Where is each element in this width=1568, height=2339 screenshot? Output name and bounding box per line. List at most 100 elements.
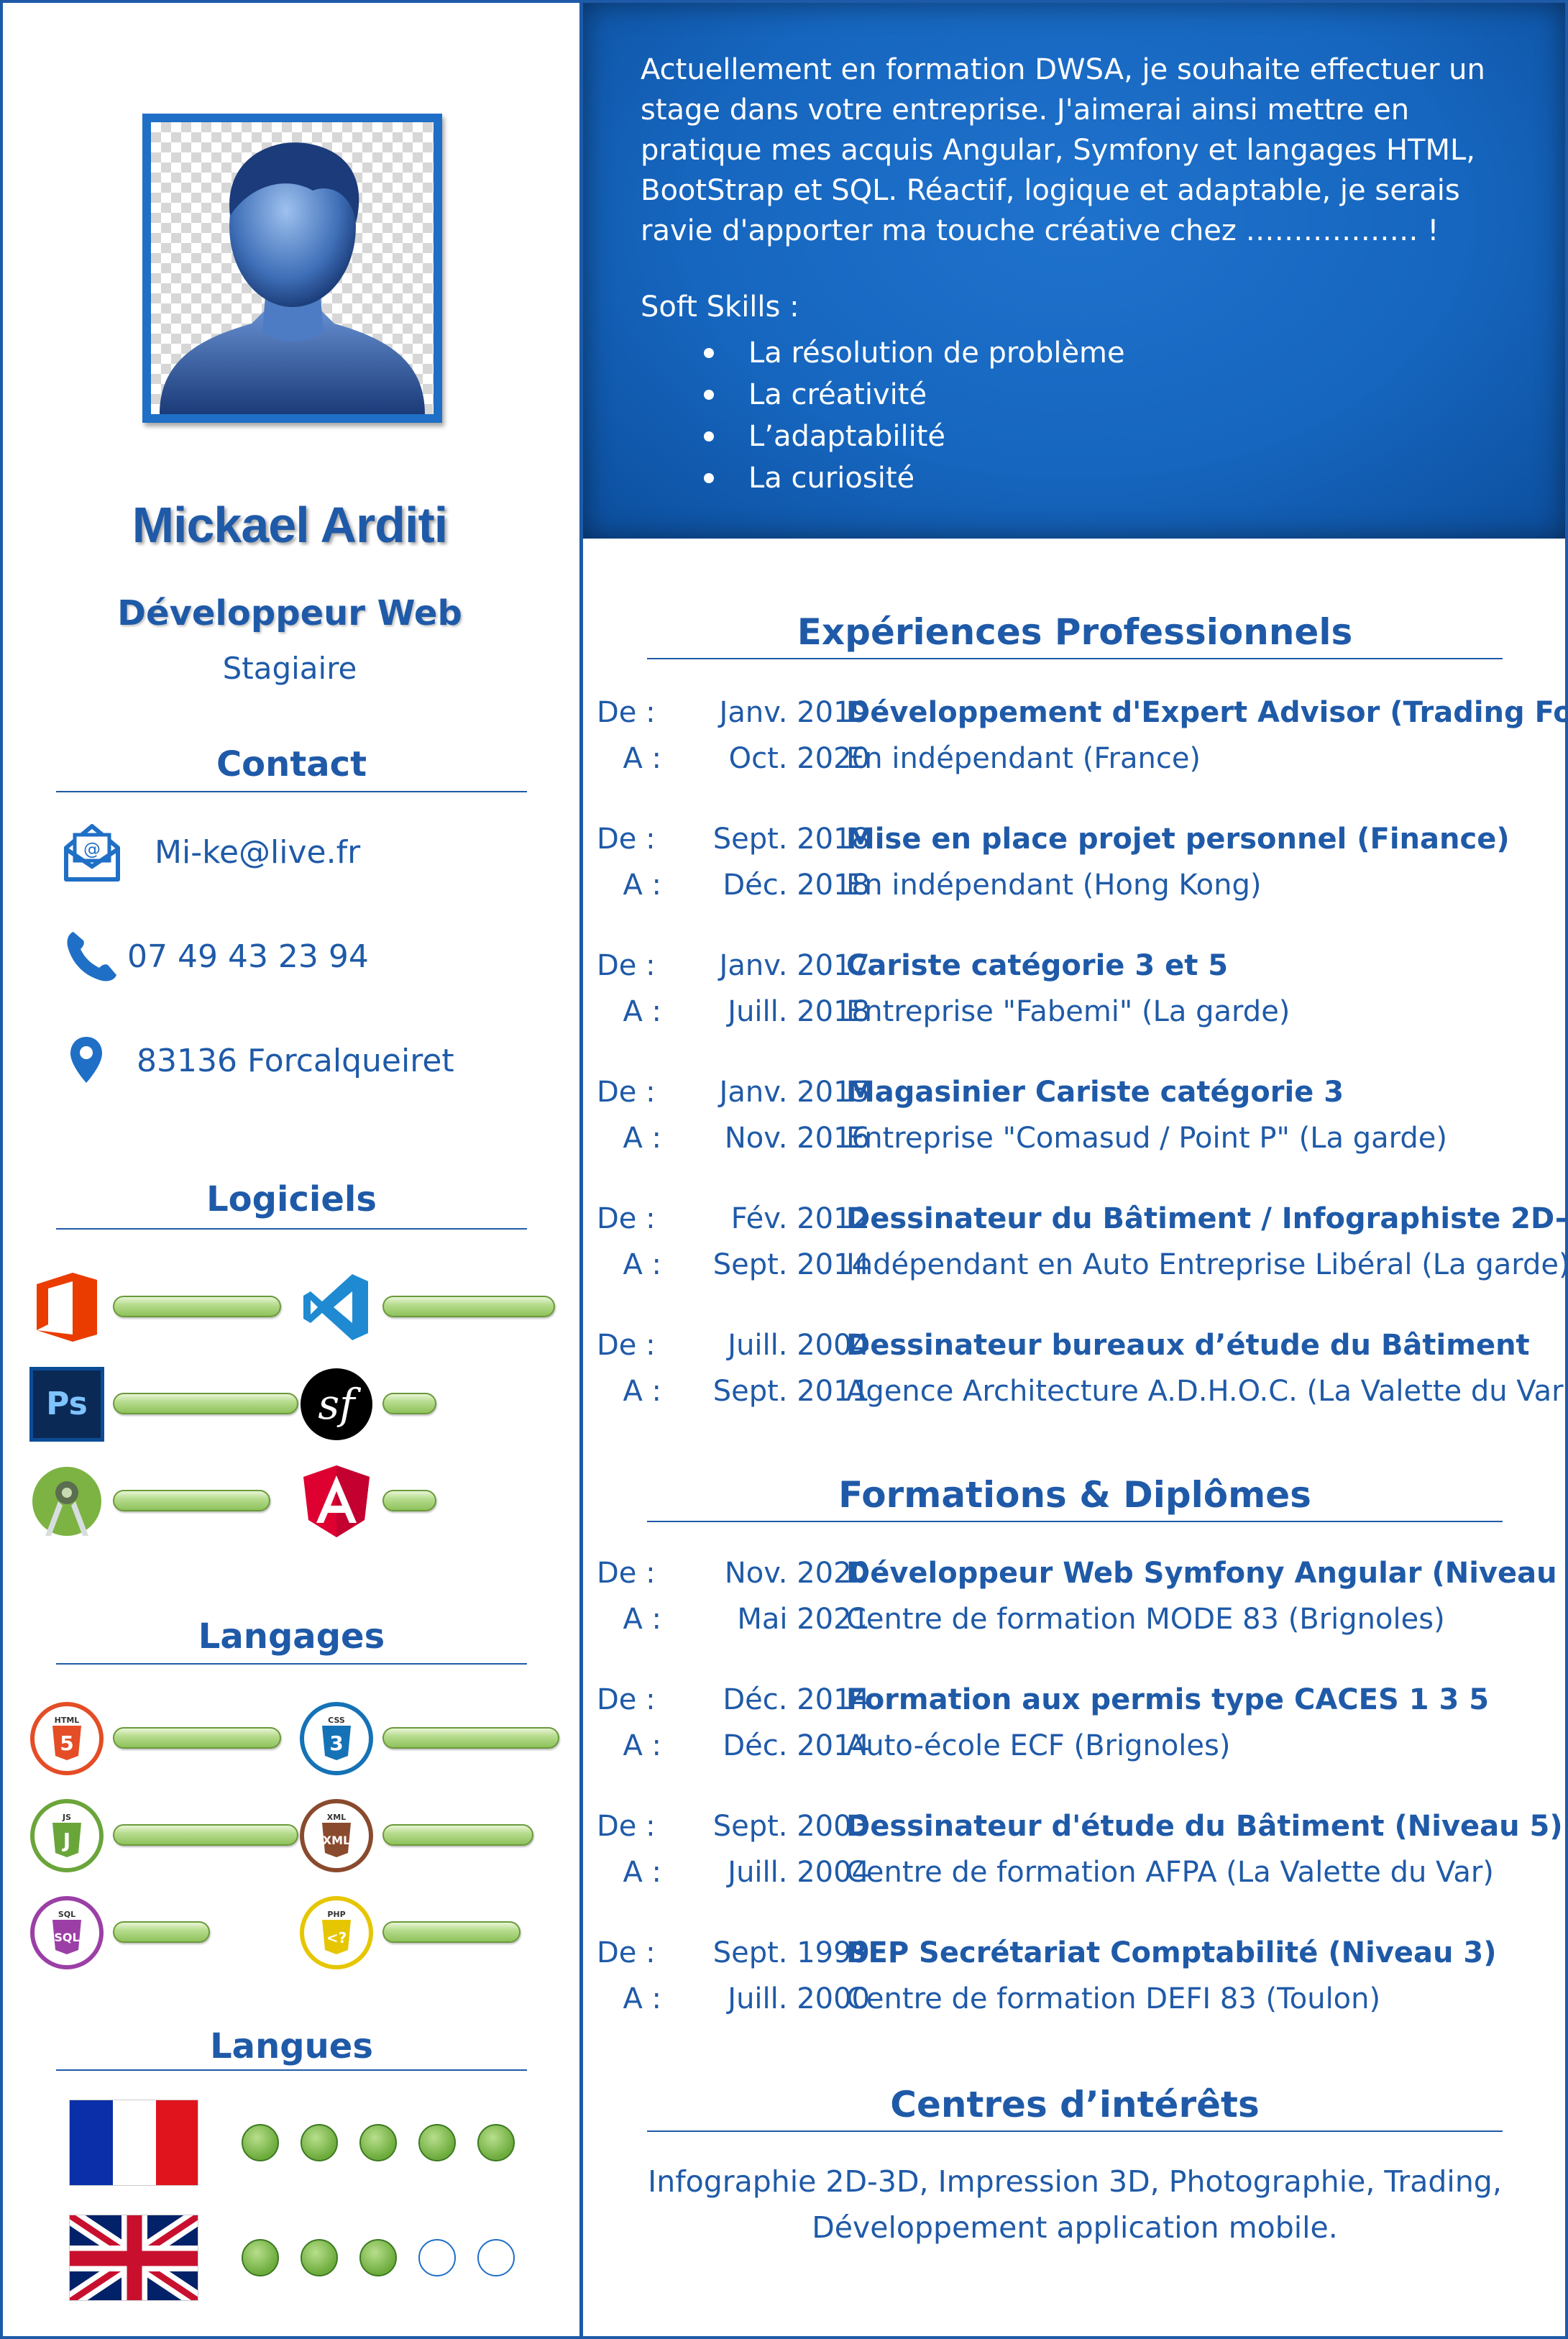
experience-place: Agence Architecture A.D.H.O.C. (La Valet…: [846, 1375, 1568, 1408]
interests-divider: [647, 2130, 1503, 2132]
contact-address: 83136 Forcalqueiret: [58, 1025, 454, 1097]
interests-line-2: Développement application mobile.: [812, 2210, 1338, 2245]
spoken-languages-heading: Langues: [210, 2026, 373, 2066]
from-label: De :: [597, 1557, 656, 1590]
level-dot-filled: [359, 2239, 397, 2276]
skill-level-bar: [382, 1392, 436, 1414]
skill-html5: HTML 5: [29, 1701, 281, 1776]
skill-level-bar: [382, 1295, 555, 1317]
photoshop-icon: Ps: [29, 1366, 104, 1442]
education-place: Centre de formation MODE 83 (Brignoles): [846, 1603, 1445, 1636]
soft-skill-item: L’adaptabilité: [704, 416, 1125, 457]
contact-heading: Contact: [216, 744, 367, 784]
education-place: Auto-école ECF (Brignoles): [846, 1729, 1231, 1762]
skill-android-studio: [29, 1463, 270, 1539]
experience-place: Entreprise "Fabemi" (La garde): [846, 995, 1290, 1028]
skill-track: [113, 1295, 281, 1319]
summary-text: Actuellement en formation DWSA, je souha…: [641, 53, 1485, 247]
contact-phone: 07 49 43 23 94: [58, 920, 369, 992]
level-dot-filled: [418, 2124, 456, 2161]
skill-level-bar: [113, 1489, 270, 1511]
experience-entry: De : Janv. 2015 Magasinier Cariste catégor…: [597, 1076, 1553, 1169]
email-icon: @: [58, 818, 126, 887]
spoken-languages-divider: [56, 2069, 527, 2071]
to-label: A :: [623, 1603, 661, 1636]
experience-title: Cariste catégorie 3 et 5: [846, 949, 1229, 982]
from-label: De :: [597, 1683, 656, 1716]
contact-email: @ Mi-ke@live.fr: [58, 816, 360, 888]
experience-entry: De : Fév. 2012 Dessinateur du Bâtiment / I…: [597, 1202, 1568, 1296]
language-level-dots: [242, 2124, 536, 2161]
end-date: Juill. 2000: [728, 1982, 870, 2015]
skill-track: [113, 1392, 298, 1416]
education-place: Centre de formation AFPA (La Valette du …: [846, 1856, 1494, 1889]
end-date: Sept. 2011: [712, 1375, 870, 1408]
end-date: Déc. 2014: [723, 1729, 870, 1762]
code-languages-heading: Langages: [198, 1616, 385, 1657]
from-label: De :: [597, 1936, 656, 1969]
interests-heading: Centres d’intérêts: [890, 2084, 1260, 2125]
skill-level-bar: [113, 1726, 281, 1749]
skill-level-bar: [113, 1295, 281, 1317]
svg-text:CSS: CSS: [328, 1716, 345, 1725]
soft-skills-list: La résolution de problème La créativité …: [704, 332, 1125, 499]
office-icon: [29, 1269, 104, 1345]
android-studio-icon: [29, 1463, 104, 1539]
skill-track: [382, 1726, 559, 1750]
svg-text:@: @: [83, 839, 101, 859]
skill-xml: XML XML: [298, 1798, 533, 1873]
skill-level-bar: [382, 1489, 436, 1511]
language-french: [69, 2100, 536, 2186]
to-label: A :: [623, 1375, 661, 1408]
xml-icon: XML XML: [298, 1798, 374, 1873]
skill-track: [382, 1295, 555, 1319]
email-text[interactable]: Mi-ke@live.fr: [155, 834, 360, 871]
skill-javascript: JS J: [29, 1798, 298, 1873]
level-dot-empty: [418, 2239, 456, 2276]
svg-text:5: 5: [60, 1731, 73, 1755]
svg-text:HTML: HTML: [54, 1716, 79, 1725]
experience-title: Dessinateur bureaux d’étude du Bâtiment: [846, 1329, 1530, 1362]
skill-level-bar: [113, 1392, 298, 1414]
end-date: Juill. 2018: [728, 995, 870, 1028]
skill-angular: [298, 1463, 436, 1539]
skill-php: PHP <?: [298, 1895, 521, 1970]
skill-track: [113, 1921, 210, 1944]
level-dot-filled: [301, 2124, 338, 2161]
end-date: Nov. 2016: [724, 1122, 870, 1155]
location-pin-icon: [58, 1027, 115, 1095]
from-label: De :: [597, 823, 656, 856]
svg-text:JS: JS: [61, 1813, 70, 1822]
end-date: Juill. 2004: [728, 1856, 870, 1889]
skill-symfony: sf: [298, 1366, 436, 1442]
angular-icon: [298, 1463, 374, 1539]
to-label: A :: [623, 1122, 661, 1155]
education-title: Formation aux permis type CACES 1 3 5: [846, 1683, 1490, 1716]
skill-track: [382, 1392, 436, 1416]
experience-entry: De : Janv. 2019 Développement d'Expert Adv…: [597, 696, 1568, 789]
start-date: Sept. 1999: [712, 1936, 870, 1969]
html5-icon: HTML 5: [29, 1701, 104, 1776]
php-icon: PHP <?: [298, 1895, 374, 1970]
address-text: 83136 Forcalqueiret: [137, 1042, 454, 1079]
svg-text:<?: <?: [326, 1929, 346, 1946]
uk-flag-icon: [69, 2215, 198, 2301]
skill-track: [382, 1823, 533, 1847]
start-date: Janv. 2019: [719, 696, 870, 729]
phone-text[interactable]: 07 49 43 23 94: [127, 938, 369, 975]
skill-track: [113, 1823, 298, 1847]
to-label: A :: [623, 995, 661, 1028]
to-label: A :: [623, 1248, 661, 1281]
interests-line-1: Infographie 2D-3D, Impression 3D, Photog…: [648, 2164, 1502, 2199]
education-title: Développeur Web Symfony Angular (Niveau …: [846, 1557, 1568, 1590]
skill-sql: SQL SQL: [29, 1895, 210, 1970]
experience-title: Dessinateur du Bâtiment / Infographiste …: [846, 1202, 1568, 1235]
to-label: A :: [623, 1729, 661, 1762]
soft-skill-item: La curiosité: [704, 457, 1125, 499]
language-level-dots: [242, 2239, 536, 2276]
vscode-icon: [298, 1269, 374, 1345]
start-date: Sept. 2003: [712, 1810, 870, 1843]
skill-level-bar: [382, 1921, 521, 1943]
education-place: Centre de formation DEFI 83 (Toulon): [846, 1982, 1381, 2015]
to-label: A :: [623, 1856, 661, 1889]
